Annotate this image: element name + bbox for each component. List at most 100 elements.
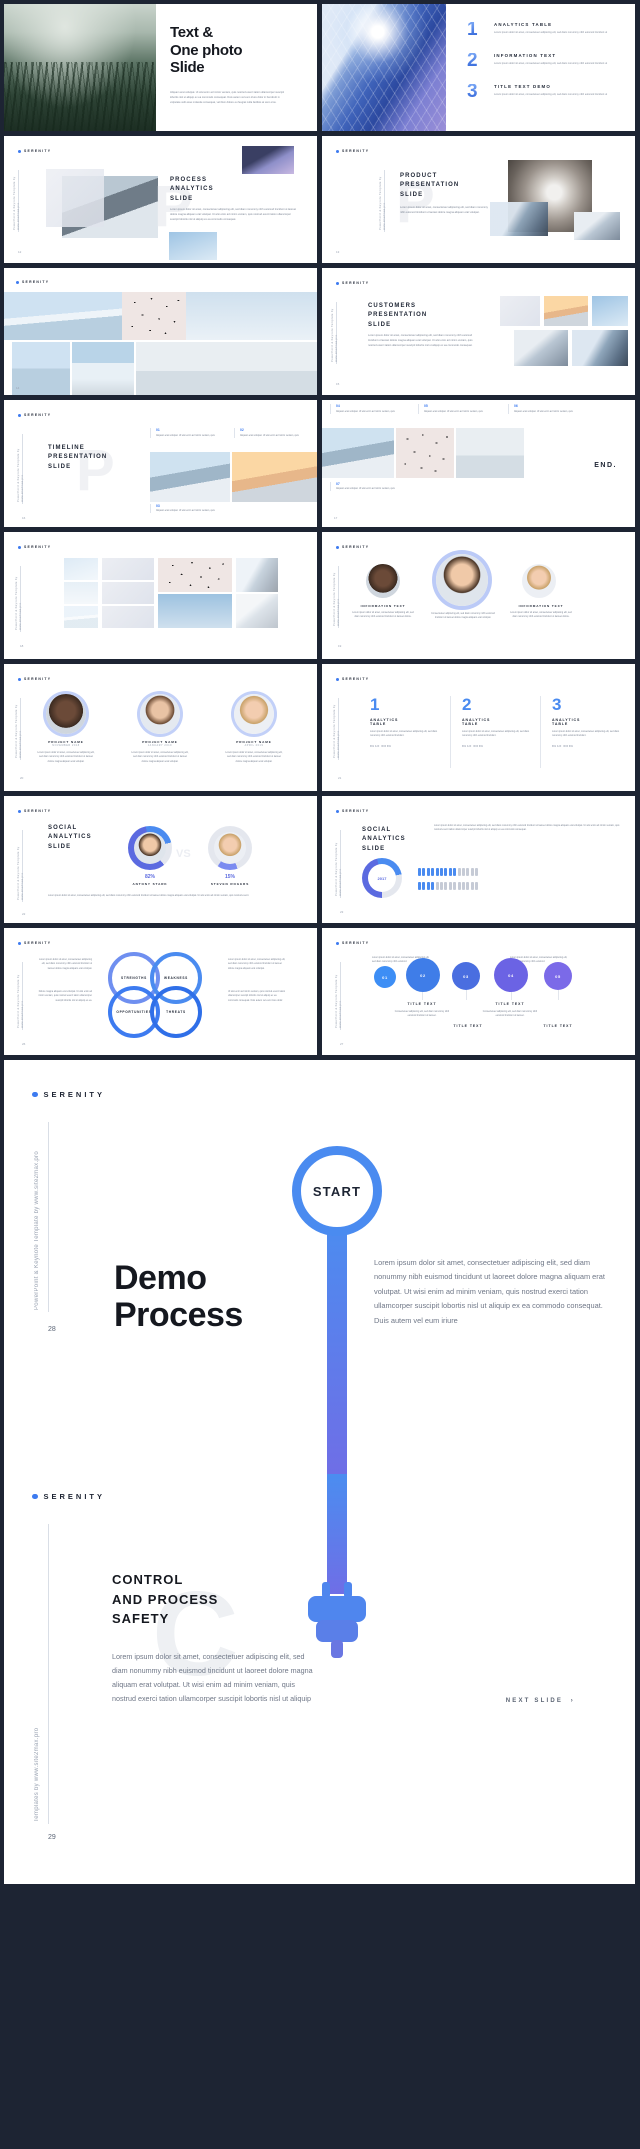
slide-process-analytics[interactable]: SERENITY PowerPoint & Keynote Template b…: [4, 136, 317, 263]
step-number: 05: [424, 404, 428, 408]
slide-row-1: Text & One photo Slide Aliquam erat volu…: [4, 4, 636, 131]
person-icon: [422, 882, 426, 890]
avatar: [140, 694, 180, 734]
slide-swot[interactable]: SERENITY PowerPoint & Keynote Template b…: [4, 928, 317, 1055]
mountain-photo: [322, 428, 394, 478]
slide-social-analytics-vs[interactable]: SERENITY PowerPoint & Keynote Template b…: [4, 796, 317, 923]
slide-photo-grid[interactable]: SERENITY 14: [4, 268, 317, 395]
page-number: 17: [334, 516, 338, 520]
glass-photo: [490, 202, 548, 236]
item-heading: TITLE TEXT DEMO: [494, 84, 552, 90]
thumb-1: [64, 558, 98, 580]
mountain-photo: [150, 452, 230, 502]
slide-timeline-presentation[interactable]: SERENITY PowerPoint & Keynote Template b…: [4, 400, 317, 527]
person-card: PROJECT NAME JANUARY 2019 Lorem ipsum do…: [130, 740, 190, 764]
thumb-4: [514, 330, 568, 366]
brand-dot-icon: [32, 1091, 38, 1098]
side-credit: PowerPoint & Keynote Template by www.sit…: [378, 176, 386, 230]
page-number: 20: [20, 776, 24, 780]
connector: [511, 992, 512, 1000]
avatar: [214, 832, 246, 864]
slide-row-8: SERENITY PowerPoint & Keynote Template b…: [4, 928, 636, 1055]
slide-demo-process[interactable]: SERENITY PowerPoint & Keynote Template b…: [4, 1060, 635, 1474]
timeline-step: 04 Aliquam erat volutpat. Ut wisi enim a…: [330, 404, 410, 415]
avatar: [436, 554, 488, 606]
page-title: PROCESS ANALYTICS SLIDE: [170, 177, 214, 202]
swot-left-body-1: Lorem ipsum dolor sit amet, consectetuer…: [39, 959, 92, 970]
person-icon: [418, 868, 421, 876]
page-title: Demo Process: [114, 1259, 243, 1335]
page-number: 19: [338, 644, 342, 648]
person-icon: [444, 882, 448, 890]
info-body: Consectetuer adipiscing elit, sed diam n…: [431, 613, 495, 620]
slide-row-6: SERENITY PowerPoint & Keynote Template b…: [4, 664, 636, 791]
person-icon: [435, 868, 439, 876]
person-icon: [461, 882, 465, 890]
timeline-step: 03 Aliquam erat volutpat. Ut wisi enim a…: [150, 504, 230, 514]
person-body: Lorem ipsum dolor sit amet, consectetuer…: [37, 752, 95, 763]
person-card: PROJECT NAME APRIL 2019 Lorem ipsum dolo…: [224, 740, 284, 764]
slide-customers-presentation[interactable]: SERENITY PowerPoint & Keynote Template b…: [322, 268, 635, 395]
swot-circle-threats: THREATS: [150, 986, 202, 1038]
person-icon: [435, 882, 439, 890]
brand-mark: SERENITY: [18, 941, 51, 945]
forest-photo: [4, 4, 156, 131]
step-text: Aliquam erat volutpat. Ut wisi enim ad m…: [240, 435, 299, 437]
slide-bubbles-process[interactable]: SERENITY PowerPoint & Keynote Template b…: [322, 928, 635, 1055]
person-body: Lorem ipsum dolor sit amet, consectetuer…: [225, 752, 283, 763]
read-more-link[interactable]: READ MORE: [552, 745, 624, 748]
read-more-link[interactable]: READ MORE: [462, 745, 534, 748]
slide-row-4: SERENITY PowerPoint & Keynote Template b…: [4, 400, 636, 527]
brand-name: SERENITY: [342, 545, 370, 549]
brand-dot-icon: [336, 677, 339, 681]
slide-row-5: SERENITY PowerPoint & Keynote Template b…: [4, 532, 636, 659]
tree-photo: [456, 428, 524, 478]
info-col: Consectetuer adipiscing elit, sed diam n…: [430, 612, 496, 621]
person-icon: [475, 882, 479, 890]
slide-information-text[interactable]: SERENITY PowerPoint & Keynote Template b…: [322, 532, 635, 659]
column-divider: [450, 696, 451, 768]
slide-social-analytics-people[interactable]: SERENITY PowerPoint & Keynote Template b…: [322, 796, 635, 923]
slide-control-process-safety[interactable]: SERENITY Templates by www.site2max.pro C…: [4, 1474, 635, 1884]
person-icon: [466, 868, 470, 876]
slide-analytics-columns[interactable]: SERENITY PowerPoint & Keynote Template b…: [322, 664, 635, 791]
donut-chart: [208, 826, 252, 870]
side-credit: Templates by www.site2max.pro: [34, 1727, 40, 1822]
slide-title-slide[interactable]: Text & One photo Slide Aliquam erat volu…: [4, 4, 317, 131]
person-icon: [457, 868, 461, 876]
step-text: Aliquam erat volutpat. Ut wisi enim ad m…: [156, 435, 215, 437]
page-title: CONTROL AND PROCESS SAFETY: [112, 1572, 219, 1626]
slide-timeline-end[interactable]: 04 Aliquam erat volutpat. Ut wisi enim a…: [322, 400, 635, 527]
blue-photo: [169, 232, 217, 260]
body-text: Lorem ipsum dolor sit amet, consectetuer…: [434, 825, 620, 832]
person-icon: [444, 868, 448, 876]
bubble-01: 01: [374, 966, 396, 988]
slide-mosaic-gallery[interactable]: SERENITY PowerPoint & Keynote Template b…: [4, 532, 317, 659]
brand-name: SERENITY: [24, 809, 52, 813]
brand-name: SERENITY: [43, 1492, 106, 1501]
next-slide-button[interactable]: NEXT SLIDE ›: [506, 1698, 575, 1704]
brand-mark: SERENITY: [32, 1090, 105, 1099]
step-number: 03: [156, 504, 160, 508]
side-credit: PowerPoint & Keynote Template by www.sit…: [34, 1151, 40, 1310]
brand-mark: SERENITY: [336, 809, 369, 813]
slide-product-presentation[interactable]: SERENITY PowerPoint & Keynote Template b…: [322, 136, 635, 263]
avatar: [46, 694, 86, 734]
slide-team[interactable]: SERENITY PowerPoint & Keynote Template b…: [4, 664, 317, 791]
title-block: Text & One photo Slide Aliquam erat volu…: [170, 24, 298, 105]
thumb-8: [236, 594, 278, 628]
timeline-step: 06 Aliquam erat volutpat. Ut wisi enim a…: [508, 404, 588, 415]
read-more-link[interactable]: READ MORE: [370, 745, 442, 748]
person-icon: [453, 868, 457, 876]
page-number: 14: [16, 386, 20, 390]
slide-row-10: SERENITY Templates by www.site2max.pro C…: [4, 1474, 636, 1884]
brand-name: SERENITY: [24, 149, 52, 153]
body-text: Lorem ipsum dolor sit amet, consectetuer…: [112, 1652, 313, 1704]
analytics-column: 2 ANALYTICS TABLE Lorem ipsum dolor sit …: [462, 696, 534, 748]
slide-numbered-list[interactable]: 1 ANALYTICS TABLE Lorem ipsum dolor sit …: [322, 4, 635, 131]
plug-icon: [308, 1582, 366, 1658]
thumb-2: [544, 296, 588, 326]
birds-photo-1: [158, 558, 232, 592]
column-body: Lorem ipsum dolor sit amet, consectetuer…: [462, 731, 530, 738]
start-label: START: [312, 1183, 362, 1199]
